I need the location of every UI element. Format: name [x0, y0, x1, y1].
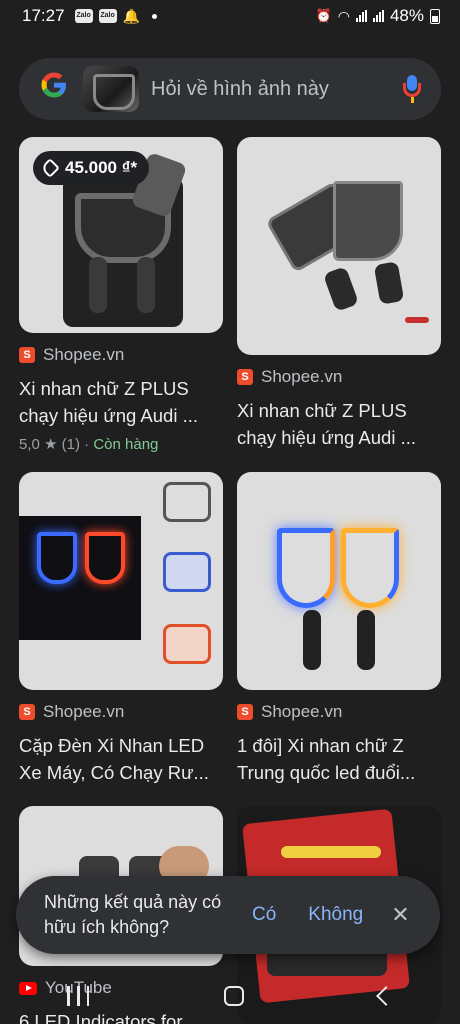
bell-icon: 🔔: [122, 7, 140, 24]
status-time: 17:27: [22, 6, 65, 25]
feedback-question: Những kết quả này có hữu ích không?: [44, 892, 222, 937]
home-icon[interactable]: [223, 986, 244, 1006]
result-source[interactable]: S Shopee.vn: [19, 702, 223, 722]
source-name: Shopee.vn: [261, 702, 343, 721]
status-bar: 17:27 Zalo Zalo 🔔 ⏰ ◠ 48%: [0, 0, 460, 32]
result-card[interactable]: S Shopee.vn Xi nhan chữ Z PLUS chạy hiệu…: [237, 137, 441, 451]
close-icon[interactable]: ✕: [391, 902, 409, 928]
battery-percent: 48%: [389, 6, 424, 25]
result-source[interactable]: S Shopee.vn: [237, 367, 441, 387]
price-chip: 45.000 ₫*: [33, 151, 150, 185]
feedback-prompt: Những kết quả này có hữu ích không? Có K…: [16, 876, 440, 954]
shopee-bag-icon: S: [19, 347, 35, 363]
separator: ·: [84, 436, 90, 453]
result-source[interactable]: S Shopee.vn: [237, 702, 441, 722]
search-input[interactable]: Hỏi về hình ảnh này: [151, 78, 401, 101]
result-source[interactable]: S Shopee.vn: [19, 345, 223, 365]
result-title[interactable]: 1 đôi] Xi nhan chữ Z Trung quốc led đuổi…: [237, 732, 441, 786]
query-image-thumbnail[interactable]: [83, 66, 139, 112]
source-name: Shopee.vn: [261, 367, 343, 386]
recent-apps-icon[interactable]: [67, 986, 90, 1006]
stock-status: Còn hàng: [93, 436, 159, 453]
zalo-icon: Zalo: [98, 9, 117, 23]
wifi-icon: ◠: [337, 7, 350, 24]
result-title[interactable]: Xi nhan chữ Z PLUS chạy hiệu ứng Audi ..…: [237, 397, 441, 451]
result-meta: 5,0 ★ (1) · Còn hàng: [19, 435, 223, 453]
lens-search-bar[interactable]: Hỏi về hình ảnh này: [19, 58, 441, 120]
alarm-icon: ⏰: [315, 8, 332, 23]
notification-dot-icon: [151, 13, 157, 19]
signal-icon: [355, 10, 367, 22]
result-card[interactable]: S Shopee.vn 1 đôi] Xi nhan chữ Z Trung q…: [237, 472, 441, 786]
source-name: Shopee.vn: [43, 702, 125, 721]
result-title[interactable]: Xi nhan chữ Z PLUS chạy hiệu ứng Audi ..…: [19, 375, 223, 429]
shopee-bag-icon: S: [237, 369, 253, 385]
shopee-bag-icon: S: [237, 704, 253, 720]
result-card[interactable]: 45.000 ₫* S Shopee.vn Xi nhan chữ Z PLUS…: [19, 137, 223, 453]
product-image[interactable]: [237, 137, 441, 355]
star-icon: ★: [44, 436, 58, 453]
price-tag-icon: [40, 158, 60, 178]
feedback-yes-button[interactable]: Có: [252, 904, 276, 926]
product-image[interactable]: [237, 472, 441, 690]
mic-icon[interactable]: [401, 73, 423, 105]
price: 45.000 ₫*: [65, 158, 138, 177]
zalo-icon: Zalo: [74, 9, 93, 23]
back-icon[interactable]: [375, 986, 396, 1006]
source-name: Shopee.vn: [43, 345, 125, 364]
google-logo: [37, 70, 71, 108]
result-title[interactable]: Cặp Đèn Xi Nhan LED Xe Máy, Có Chạy Rư..…: [19, 732, 223, 786]
product-image[interactable]: [19, 472, 223, 690]
review-count: (1): [61, 436, 80, 453]
feedback-no-button[interactable]: Không: [308, 904, 363, 926]
signal-icon: [372, 10, 384, 22]
shopee-bag-icon: S: [19, 704, 35, 720]
product-image[interactable]: 45.000 ₫*: [19, 137, 223, 333]
result-card[interactable]: S Shopee.vn Cặp Đèn Xi Nhan LED Xe Máy, …: [19, 472, 223, 786]
rating: 5,0: [19, 436, 40, 453]
system-nav-bar: [0, 968, 460, 1024]
battery-icon: [430, 8, 440, 24]
